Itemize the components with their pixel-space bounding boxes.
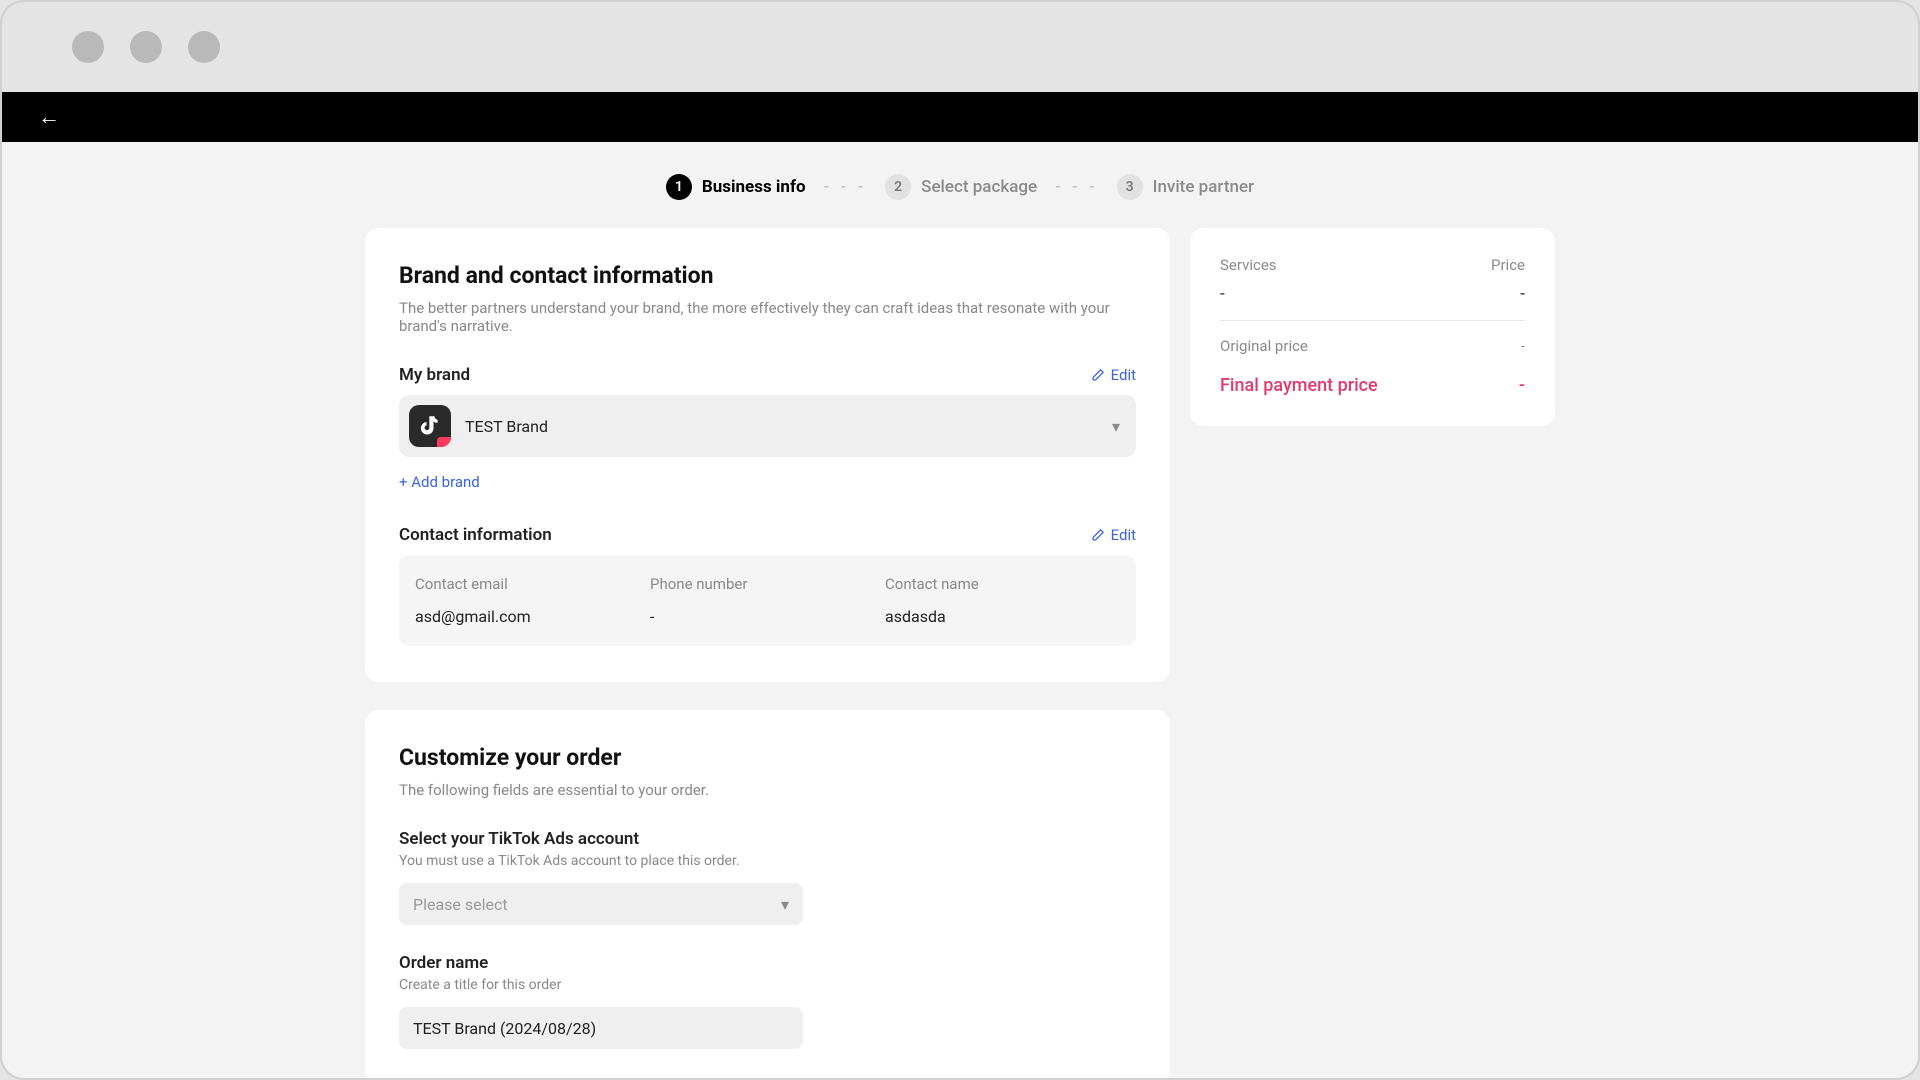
add-brand-button[interactable]: + Add brand <box>399 473 480 491</box>
contact-email-value: asd@gmail.com <box>415 607 650 626</box>
ads-account-select[interactable]: Please select ▾ <box>399 883 803 925</box>
back-arrow-icon[interactable]: ← <box>38 104 60 130</box>
order-name-hint: Create a title for this order <box>399 977 1136 993</box>
edit-brand-button[interactable]: Edit <box>1090 366 1136 384</box>
order-name-input-wrapper <box>399 1007 803 1049</box>
original-price-label: Original price <box>1220 337 1308 355</box>
contact-name-value: asdasda <box>885 607 1120 626</box>
original-price-row: Original price - <box>1220 337 1525 355</box>
card-title: Brand and contact information <box>399 262 1136 289</box>
window-dot <box>72 31 104 63</box>
main-column: Brand and contact information The better… <box>365 228 1170 1080</box>
contact-email-col: Contact email asd@gmail.com <box>415 575 650 626</box>
final-price-label: Final payment price <box>1220 375 1378 396</box>
final-price-value: - <box>1519 375 1525 396</box>
window-dot <box>188 31 220 63</box>
card-subtitle: The following fields are essential to yo… <box>399 781 1136 799</box>
step-number: 2 <box>885 174 911 200</box>
contact-phone-col: Phone number - <box>650 575 885 626</box>
my-brand-header: My brand Edit <box>399 365 1136 385</box>
page-body: 1 Business info - - - 2 Select package -… <box>2 142 1918 1080</box>
customize-order-card: Customize your order The following field… <box>365 710 1170 1080</box>
window-titlebar <box>2 2 1918 92</box>
step-number: 3 <box>1117 174 1143 200</box>
order-name-label: Order name <box>399 953 1136 973</box>
summary-header-row: Services Price <box>1220 256 1525 274</box>
contact-block: Contact email asd@gmail.com Phone number… <box>399 555 1136 646</box>
price-value: - <box>1520 284 1525 304</box>
summary-column: Services Price - - Original price - Fina… <box>1190 228 1555 1080</box>
contact-phone-label: Phone number <box>650 575 885 593</box>
ads-account-placeholder: Please select <box>413 895 508 914</box>
contact-name-label: Contact name <box>885 575 1120 593</box>
brand-contact-card: Brand and contact information The better… <box>365 228 1170 682</box>
chevron-down-icon: ▾ <box>781 895 789 914</box>
step-label: Select package <box>921 177 1037 197</box>
ads-account-label: Select your TikTok Ads account <box>399 829 1136 849</box>
edit-label: Edit <box>1111 366 1136 384</box>
services-value: - <box>1220 284 1225 304</box>
tiktok-icon <box>417 413 443 439</box>
contact-info-label: Contact information <box>399 525 552 545</box>
price-header: Price <box>1491 256 1525 274</box>
content-row: Brand and contact information The better… <box>2 228 1918 1080</box>
brand-badge <box>437 437 451 447</box>
chevron-down-icon: ▾ <box>1112 417 1120 436</box>
step-number: 1 <box>666 174 692 200</box>
step-select-package[interactable]: 2 Select package <box>885 174 1037 200</box>
services-header: Services <box>1220 256 1277 274</box>
order-name-input[interactable] <box>413 1019 789 1038</box>
stepper: 1 Business info - - - 2 Select package -… <box>2 142 1918 228</box>
summary-value-row: - - <box>1220 284 1525 321</box>
browser-frame: ← 1 Business info - - - 2 Select package… <box>0 0 1920 1080</box>
step-separator: - - - <box>824 179 868 195</box>
edit-contact-button[interactable]: Edit <box>1090 526 1136 544</box>
contact-name-col: Contact name asdasda <box>885 575 1120 626</box>
brand-name: TEST Brand <box>465 417 1098 436</box>
step-business-info[interactable]: 1 Business info <box>666 174 806 200</box>
top-nav-bar: ← <box>2 92 1918 142</box>
pencil-icon <box>1090 528 1105 543</box>
final-price-row: Final payment price - <box>1220 375 1525 396</box>
edit-label: Edit <box>1111 526 1136 544</box>
original-price-value: - <box>1521 337 1525 355</box>
window-dot <box>130 31 162 63</box>
step-label: Business info <box>702 177 806 197</box>
contact-phone-value: - <box>650 607 885 626</box>
my-brand-label: My brand <box>399 365 470 385</box>
brand-select[interactable]: TEST Brand ▾ <box>399 395 1136 457</box>
step-separator: - - - <box>1055 179 1099 195</box>
brand-avatar <box>409 405 451 447</box>
card-subtitle: The better partners understand your bran… <box>399 299 1136 335</box>
step-label: Invite partner <box>1153 177 1254 197</box>
step-invite-partner[interactable]: 3 Invite partner <box>1117 174 1254 200</box>
ads-account-hint: You must use a TikTok Ads account to pla… <box>399 853 1136 869</box>
contact-email-label: Contact email <box>415 575 650 593</box>
card-title: Customize your order <box>399 744 1136 771</box>
contact-info-header: Contact information Edit <box>399 525 1136 545</box>
price-summary-card: Services Price - - Original price - Fina… <box>1190 228 1555 426</box>
pencil-icon <box>1090 368 1105 383</box>
